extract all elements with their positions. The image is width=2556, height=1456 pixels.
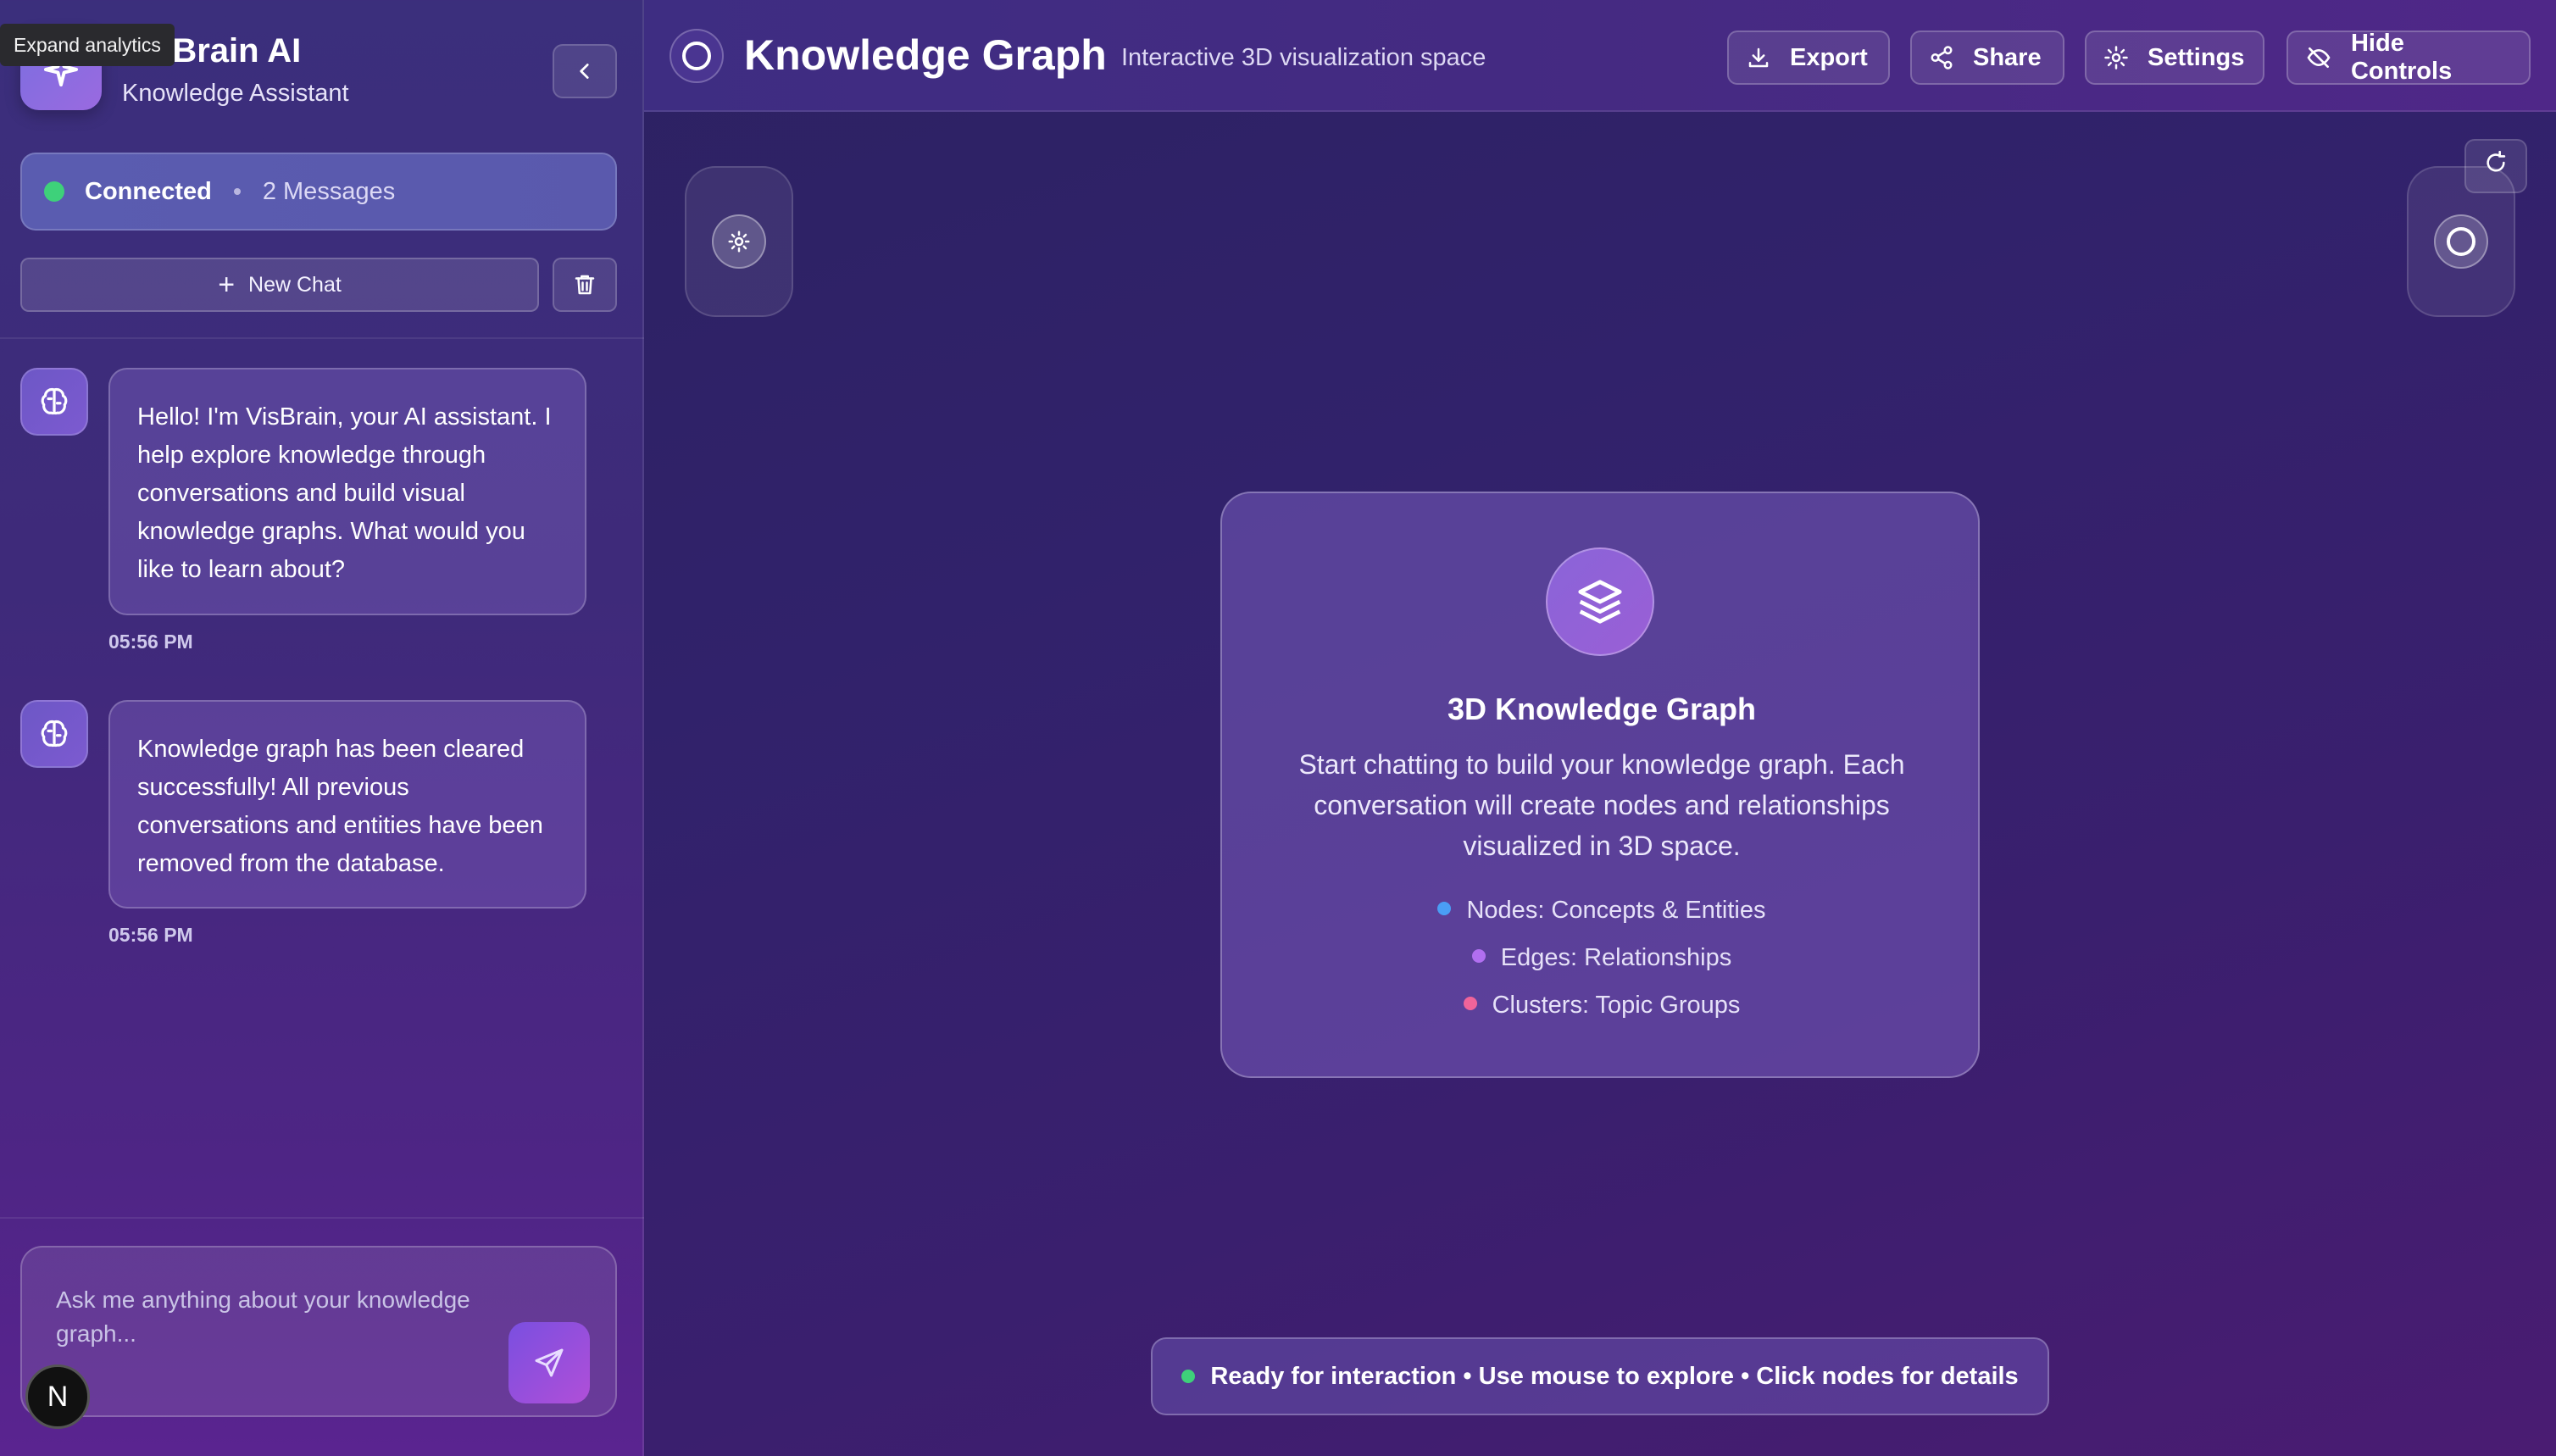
eye-off-icon bbox=[2307, 47, 2331, 68]
download-icon bbox=[1748, 47, 1769, 68]
settings-label: Settings bbox=[2148, 43, 2245, 71]
ring-icon bbox=[670, 29, 724, 83]
plus-icon: + bbox=[218, 269, 236, 301]
legend-item-clusters: Clusters: Topic Groups bbox=[1222, 992, 1981, 1020]
interaction-status-bar: Ready for interaction • Use mouse to exp… bbox=[1151, 1337, 2049, 1415]
legend-dot bbox=[1437, 902, 1452, 916]
chevron-left-icon bbox=[580, 64, 589, 79]
clear-chat-button[interactable] bbox=[553, 258, 617, 312]
legend-dot bbox=[1463, 997, 1477, 1011]
message-timestamp: 05:56 PM bbox=[108, 924, 193, 946]
view-mode-control[interactable] bbox=[2407, 166, 2515, 317]
brain-icon bbox=[41, 720, 68, 747]
settings-button[interactable]: Settings bbox=[2085, 31, 2264, 85]
assistant-avatar bbox=[20, 368, 88, 436]
graph-canvas[interactable]: 3D Knowledge Graph Start chatting to bui… bbox=[644, 112, 2556, 1456]
collapse-sidebar-button[interactable] bbox=[553, 44, 617, 98]
brain-icon bbox=[41, 388, 68, 415]
new-chat-label: New Chat bbox=[248, 272, 342, 297]
expand-analytics-tooltip: Expand analytics bbox=[0, 24, 175, 66]
legend-dot bbox=[1471, 949, 1486, 964]
chat-input-area: Ask me anything about your knowledge gra… bbox=[0, 1217, 644, 1456]
hide-controls-button[interactable]: Hide Controls bbox=[2287, 30, 2531, 85]
legend-item-edges: Edges: Relationships bbox=[1222, 944, 1981, 972]
assistant-message: Hello! I'm VisBrain, your AI assistant. … bbox=[108, 368, 586, 615]
page-title: Knowledge Graph bbox=[744, 31, 1107, 79]
hide-controls-label: Hide Controls bbox=[2350, 30, 2453, 85]
share-label: Share bbox=[1973, 43, 2042, 71]
message-count: 2 Messages bbox=[262, 177, 396, 205]
graph-settings-control[interactable] bbox=[685, 166, 793, 317]
share-icon bbox=[1931, 46, 1953, 69]
connection-status: Connected 2 Messages bbox=[20, 153, 617, 231]
empty-state-card: 3D Knowledge Graph Start chatting to bui… bbox=[1220, 492, 1980, 1078]
share-button[interactable]: Share bbox=[1910, 31, 2064, 85]
new-chat-button[interactable]: + New Chat bbox=[20, 258, 539, 312]
ready-dot bbox=[1181, 1370, 1196, 1383]
assistant-message: Knowledge graph has been cleared success… bbox=[108, 700, 586, 909]
message-timestamp: 05:56 PM bbox=[108, 631, 193, 653]
empty-state-title: 3D Knowledge Graph bbox=[1447, 692, 1757, 726]
assistant-avatar bbox=[20, 700, 88, 768]
empty-state-description: Start chatting to build your knowledge g… bbox=[1298, 749, 1905, 861]
trash-icon bbox=[575, 275, 595, 295]
gear-icon bbox=[712, 214, 766, 269]
header-bar: Knowledge Graph Interactive 3D visualiza… bbox=[644, 0, 2556, 112]
interaction-status-text: Ready for interaction • Use mouse to exp… bbox=[1210, 1362, 2019, 1390]
sidebar-header: Expand analytics VisBrain AI Knowledge A… bbox=[0, 0, 644, 339]
layers-icon bbox=[1546, 547, 1654, 656]
export-label: Export bbox=[1790, 43, 1868, 71]
status-connected-label: Connected bbox=[85, 177, 212, 205]
send-button[interactable] bbox=[508, 1322, 590, 1403]
status-dot bbox=[44, 181, 64, 202]
ring-icon bbox=[2434, 214, 2488, 269]
page-subtitle: Interactive 3D visualization space bbox=[1121, 44, 1486, 71]
app-subtitle: Knowledge Assistant bbox=[122, 80, 349, 107]
status-separator bbox=[233, 188, 241, 195]
legend-item-nodes: Nodes: Concepts & Entities bbox=[1222, 897, 1981, 925]
gear-icon bbox=[2104, 46, 2128, 69]
export-button[interactable]: Export bbox=[1727, 31, 1890, 85]
send-icon bbox=[535, 1348, 564, 1377]
user-badge[interactable]: N bbox=[25, 1364, 90, 1429]
chat-sidebar: Expand analytics VisBrain AI Knowledge A… bbox=[0, 0, 644, 1456]
